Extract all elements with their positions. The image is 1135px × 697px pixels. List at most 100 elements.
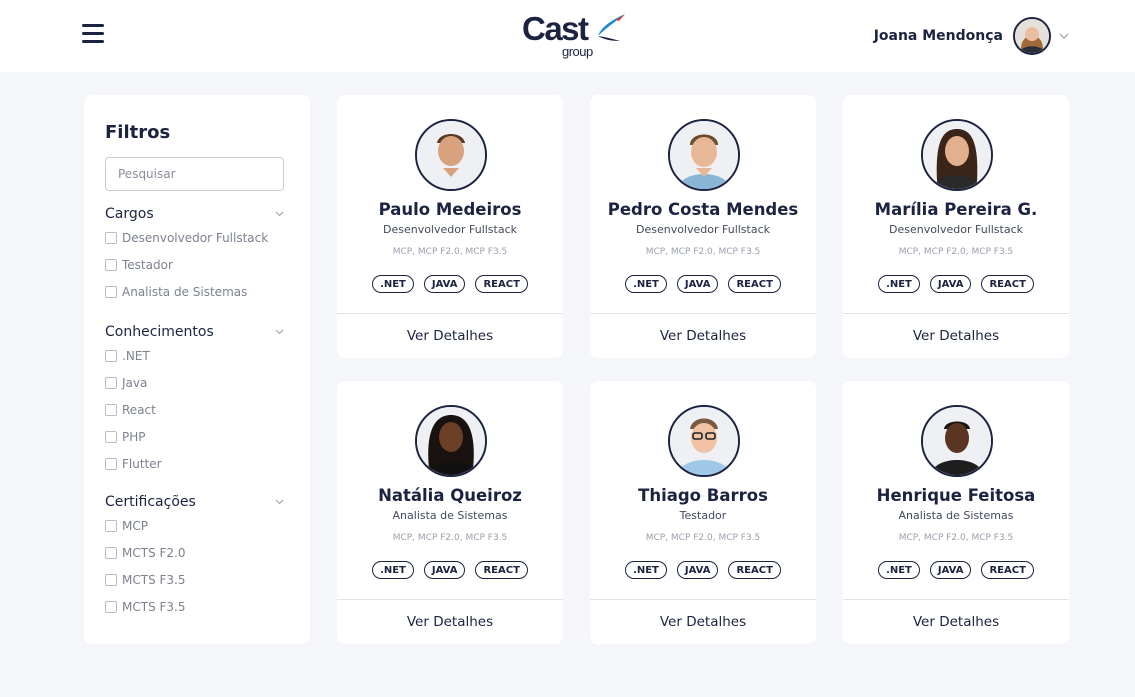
skill-tag: REACT (728, 561, 781, 579)
option-label: Analista de Sistemas (122, 284, 248, 299)
filter-option[interactable]: PHP (105, 423, 284, 450)
checkbox[interactable] (105, 600, 117, 613)
view-details-link[interactable]: Ver Detalhes (337, 314, 563, 358)
skill-tags: .NET JAVA REACT (337, 275, 563, 293)
person-role: Testador (679, 509, 727, 522)
logo-swoosh-icon (598, 14, 625, 41)
filter-option[interactable]: Flutter (105, 450, 284, 477)
skill-tags: .NET JAVA REACT (843, 275, 1069, 293)
option-label: Testador (122, 258, 173, 273)
chevron-down-icon[interactable] (1059, 33, 1069, 39)
skill-tag: REACT (475, 561, 528, 579)
option-label: MCTS F3.5 (122, 572, 186, 587)
profile-card: Henrique Feitosa Analista de Sistemas MC… (843, 381, 1069, 644)
filter-option[interactable]: React (105, 397, 284, 424)
filter-group-certificacoes: Certificações MCP MCTS F2.0 MCTS F3.5 MC… (105, 491, 284, 620)
skill-tags: .NET JAVA REACT (590, 275, 816, 293)
checkbox[interactable] (105, 259, 117, 272)
checkbox[interactable] (105, 573, 117, 586)
view-details-link[interactable]: Ver Detalhes (843, 314, 1069, 358)
checkbox[interactable] (105, 285, 117, 298)
option-label: .NET (122, 349, 150, 364)
profile-card: Natália Queiroz Analista de Sistemas MCP… (337, 381, 563, 644)
option-label: Desenvolvedor Fullstack (122, 231, 269, 246)
avatar (668, 405, 740, 477)
person-certifications: MCP, MCP F2.0, MCP F3.5 (645, 247, 761, 257)
menu-icon[interactable] (82, 24, 104, 44)
filter-option[interactable]: MCTS F3.5 (105, 567, 284, 594)
cast-group-logo[interactable]: Cast group (522, 10, 632, 60)
checkbox[interactable] (105, 232, 117, 245)
filter-option[interactable]: Java (105, 370, 284, 397)
view-details-link[interactable]: Ver Detalhes (843, 600, 1069, 644)
filter-option[interactable]: MCTS F2.0 (105, 540, 284, 567)
person-role: Desenvolvedor Fullstack (382, 223, 518, 236)
person-name: Pedro Costa Mendes (607, 200, 799, 219)
filters-title: Filtros (105, 122, 171, 143)
skill-tag: REACT (981, 561, 1034, 579)
user-menu[interactable]: Joana Mendonça (874, 15, 1069, 57)
checkbox[interactable] (105, 403, 117, 416)
filter-group-header[interactable]: Conhecimentos (105, 321, 284, 343)
filter-group-title: Certificações (105, 494, 196, 510)
person-role: Desenvolvedor Fullstack (888, 223, 1024, 236)
checkbox[interactable] (105, 350, 117, 363)
chevron-down-icon[interactable] (275, 499, 284, 505)
checkbox[interactable] (105, 547, 117, 560)
checkbox[interactable] (105, 430, 117, 443)
filter-option[interactable]: .NET (105, 343, 284, 370)
option-label: Java (122, 376, 148, 391)
skill-tags: .NET JAVA REACT (843, 561, 1069, 579)
option-label: MCTS F3.5 (122, 599, 186, 614)
filter-group-header[interactable]: Cargos (105, 203, 284, 225)
avatar[interactable] (1013, 17, 1051, 55)
skill-tag: .NET (625, 275, 667, 293)
person-role: Desenvolvedor Fullstack (635, 223, 771, 236)
filter-option[interactable]: MCP (105, 513, 284, 540)
filter-option[interactable]: MCTS F3.5 (105, 593, 284, 620)
profile-card: Thiago Barros Testador MCP, MCP F2.0, MC… (590, 381, 816, 644)
chevron-down-icon[interactable] (275, 211, 284, 217)
skill-tag: JAVA (929, 561, 972, 579)
skill-tag: .NET (372, 275, 414, 293)
search-input[interactable] (105, 157, 284, 191)
checkbox[interactable] (105, 520, 117, 533)
filter-group-cargos: Cargos Desenvolvedor Fullstack Testador … (105, 203, 284, 305)
skill-tag: REACT (981, 275, 1034, 293)
option-label: Flutter (122, 456, 162, 471)
person-certifications: MCP, MCP F2.0, MCP F3.5 (392, 533, 508, 543)
filter-group-title: Cargos (105, 206, 154, 222)
option-label: MCTS F2.0 (122, 546, 186, 561)
avatar (921, 405, 993, 477)
person-certifications: MCP, MCP F2.0, MCP F3.5 (392, 247, 508, 257)
filter-option[interactable]: Testador (105, 252, 284, 279)
chevron-down-icon[interactable] (275, 329, 284, 335)
skill-tag: JAVA (676, 561, 719, 579)
skill-tag: .NET (878, 561, 920, 579)
filter-group-header[interactable]: Certificações (105, 491, 284, 513)
user-name: Joana Mendonça (873, 28, 1003, 44)
avatar (921, 119, 993, 191)
person-role: Analista de Sistemas (898, 509, 1014, 522)
checkbox[interactable] (105, 377, 117, 390)
skill-tag: REACT (728, 275, 781, 293)
option-label: React (122, 402, 156, 417)
filter-group-title: Conhecimentos (105, 324, 214, 340)
logo-sub: group (562, 44, 593, 59)
filter-option[interactable]: Desenvolvedor Fullstack (105, 225, 284, 252)
skill-tag: REACT (475, 275, 528, 293)
top-bar: Cast group Joana Mendonça (0, 0, 1135, 72)
option-label: MCP (122, 519, 148, 534)
person-certifications: MCP, MCP F2.0, MCP F3.5 (645, 533, 761, 543)
view-details-link[interactable]: Ver Detalhes (590, 314, 816, 358)
person-certifications: MCP, MCP F2.0, MCP F3.5 (898, 533, 1014, 543)
logo-brand: Cast (522, 10, 589, 47)
skill-tag: .NET (878, 275, 920, 293)
skill-tags: .NET JAVA REACT (590, 561, 816, 579)
checkbox[interactable] (105, 457, 117, 470)
view-details-link[interactable]: Ver Detalhes (590, 600, 816, 644)
person-name: Henrique Feitosa (876, 486, 1036, 505)
filter-option[interactable]: Analista de Sistemas (105, 279, 284, 306)
person-name: Thiago Barros (638, 486, 768, 505)
view-details-link[interactable]: Ver Detalhes (337, 600, 563, 644)
